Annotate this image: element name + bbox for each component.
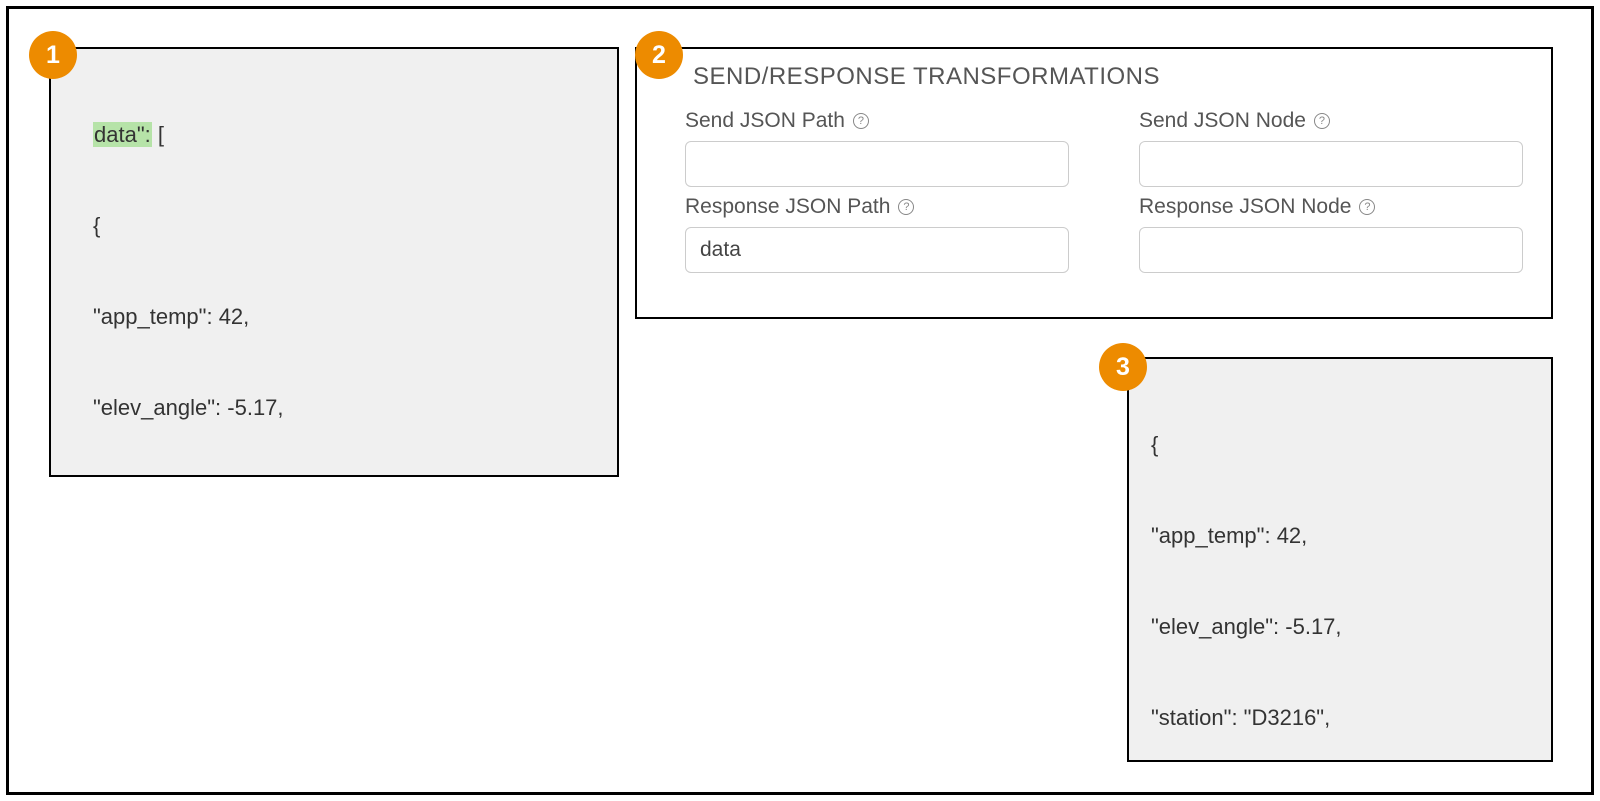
input-response-json-path[interactable] — [685, 227, 1069, 273]
form-column-left: Send JSON Path ? Response JSON Path ? — [685, 109, 1069, 273]
field-response-json-node: Response JSON Node ? — [1139, 195, 1523, 273]
code-text: "elev_angle": -5.17, — [73, 393, 599, 423]
field-send-json-node: Send JSON Node ? — [1139, 109, 1523, 187]
field-response-json-path: Response JSON Path ? — [685, 195, 1069, 273]
code-text: "station": "D3216", — [1151, 703, 1533, 733]
form-grid: Send JSON Path ? Response JSON Path ? — [685, 109, 1523, 273]
code-text: "elev_angle": -5.17, — [1151, 612, 1533, 642]
label-text: Response JSON Node — [1139, 195, 1351, 219]
label-response-json-node: Response JSON Node ? — [1139, 195, 1523, 219]
json-source-panel: data": [ { "app_temp": 42, "elev_angle":… — [49, 47, 619, 477]
label-text: Send JSON Node — [1139, 109, 1306, 133]
form-column-right: Send JSON Node ? Response JSON Node ? — [1139, 109, 1523, 273]
input-send-json-node[interactable] — [1139, 141, 1523, 187]
code-text: [ — [152, 122, 164, 147]
help-icon[interactable]: ? — [853, 113, 869, 129]
code-text: { — [1151, 430, 1533, 460]
field-send-json-path: Send JSON Path ? — [685, 109, 1069, 187]
section-title: SEND/RESPONSE TRANSFORMATIONS — [693, 63, 1523, 91]
highlighted-json-key: data": — [93, 122, 152, 147]
callout-marker-2: 2 — [635, 31, 683, 79]
label-text: Send JSON Path — [685, 109, 845, 133]
content-frame: 1 2 3 data": [ { "app_temp": 42, "elev_a… — [6, 6, 1594, 795]
help-icon[interactable]: ? — [1314, 113, 1330, 129]
code-text: "app_temp": 42, — [73, 302, 599, 332]
callout-marker-1: 1 — [29, 31, 77, 79]
help-icon[interactable]: ? — [1359, 199, 1375, 215]
label-response-json-path: Response JSON Path ? — [685, 195, 1069, 219]
input-send-json-path[interactable] — [685, 141, 1069, 187]
label-send-json-node: Send JSON Node ? — [1139, 109, 1523, 133]
help-icon[interactable]: ? — [898, 199, 914, 215]
transformations-form-panel: SEND/RESPONSE TRANSFORMATIONS Send JSON … — [635, 47, 1553, 319]
input-response-json-node[interactable] — [1139, 227, 1523, 273]
callout-marker-3: 3 — [1099, 343, 1147, 391]
code-text: { — [73, 211, 599, 241]
label-text: Response JSON Path — [685, 195, 890, 219]
label-send-json-path: Send JSON Path ? — [685, 109, 1069, 133]
code-text: "app_temp": 42, — [1151, 521, 1533, 551]
json-result-panel: { "app_temp": 42, "elev_angle": -5.17, "… — [1127, 357, 1553, 762]
